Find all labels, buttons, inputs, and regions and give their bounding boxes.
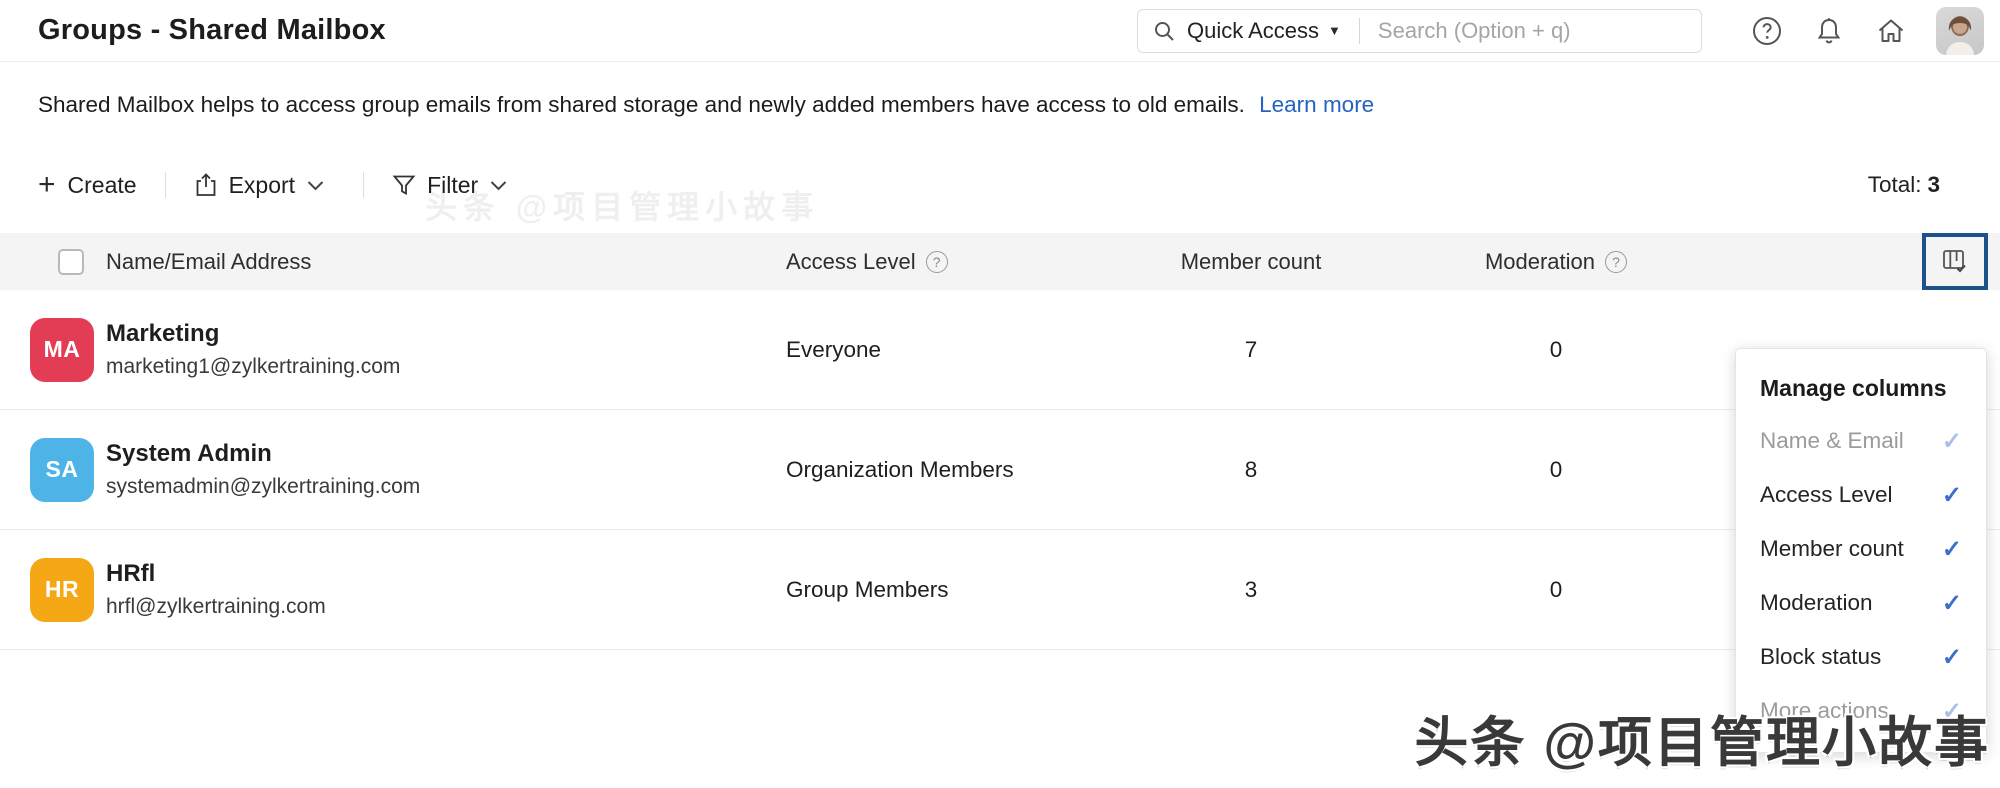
plus-icon: +: [38, 170, 56, 200]
moderation-help-icon[interactable]: ?: [1605, 251, 1627, 273]
manage-columns-item-name-email: Name & Email ✓: [1736, 414, 1986, 468]
access-level-header-label: Access Level: [786, 249, 916, 275]
moderation-header-label: Moderation: [1485, 249, 1595, 275]
group-name[interactable]: Marketing: [106, 320, 786, 348]
group-name[interactable]: System Admin: [106, 440, 786, 468]
quick-access-dropdown[interactable]: Quick Access: [1187, 18, 1319, 44]
group-email: systemadmin@zylkertraining.com: [106, 475, 786, 499]
export-button-label: Export: [229, 172, 295, 199]
home-icon[interactable]: [1874, 14, 1908, 48]
moderation-value: 0: [1386, 457, 1726, 483]
manage-columns-item-member-count[interactable]: Member count ✓: [1736, 522, 1986, 576]
moderation-value: 0: [1386, 337, 1726, 363]
table-header-row: Name/Email Address Access Level ? Member…: [0, 233, 2000, 290]
filter-button[interactable]: Filter: [392, 172, 518, 199]
group-name-cell[interactable]: System Admin systemadmin@zylkertraining.…: [106, 440, 786, 499]
create-button[interactable]: + Create: [38, 170, 137, 200]
item-label: Access Level: [1760, 482, 1893, 508]
columns-icon: [1940, 247, 1970, 277]
access-level-help-icon[interactable]: ?: [926, 251, 948, 273]
column-header-member-count[interactable]: Member count: [1116, 249, 1386, 275]
export-button[interactable]: Export: [194, 172, 335, 199]
top-bar-icons: [1736, 7, 1984, 55]
group-name-cell[interactable]: Marketing marketing1@zylkertraining.com: [106, 320, 786, 379]
notifications-bell-icon[interactable]: [1812, 14, 1846, 48]
manage-columns-item-moderation[interactable]: Moderation ✓: [1736, 576, 1986, 630]
toolbar: + Create Export Filte: [38, 170, 1962, 200]
group-avatar: SA: [30, 438, 94, 502]
search-divider: [1359, 18, 1360, 44]
member-count-value: 8: [1116, 457, 1386, 483]
search-box[interactable]: Quick Access ▼: [1137, 9, 1702, 53]
column-header-moderation[interactable]: Moderation ?: [1386, 249, 1726, 275]
help-icon[interactable]: [1750, 14, 1784, 48]
learn-more-link[interactable]: Learn more: [1259, 92, 1374, 117]
group-avatar: MA: [30, 318, 94, 382]
select-all-checkbox[interactable]: [58, 249, 84, 275]
check-icon: ✓: [1942, 481, 1962, 510]
search-input[interactable]: [1378, 18, 1687, 44]
row-avatar-cell: SA: [0, 438, 106, 502]
toolbar-divider: [363, 172, 364, 198]
chevron-down-icon: [490, 180, 518, 191]
total-value: 3: [1927, 172, 1940, 197]
top-bar: Groups - Shared Mailbox Quick Access ▼: [0, 0, 2000, 62]
manage-columns-dropdown: Manage columns Name & Email ✓ Access Lev…: [1735, 348, 1987, 753]
check-icon: ✓: [1942, 589, 1962, 618]
group-email: hrfl@zylkertraining.com: [106, 595, 786, 619]
header-actions-cell: [1726, 233, 2000, 290]
check-icon: ✓: [1942, 643, 1962, 672]
toolbar-divider: [165, 172, 166, 198]
item-label: Member count: [1760, 536, 1904, 562]
access-level-value: Everyone: [786, 337, 1116, 363]
column-header-name[interactable]: Name/Email Address: [106, 249, 786, 275]
manage-columns-button[interactable]: [1922, 233, 1988, 290]
member-count-value: 3: [1116, 577, 1386, 603]
group-email: marketing1@zylkertraining.com: [106, 355, 786, 379]
table-row[interactable]: HR HRfl hrfl@zylkertraining.com Group Me…: [0, 530, 2000, 650]
manage-columns-item-block-status[interactable]: Block status ✓: [1736, 630, 1986, 684]
access-level-value: Organization Members: [786, 457, 1116, 483]
table-row[interactable]: MA Marketing marketing1@zylkertraining.c…: [0, 290, 2000, 410]
watermark-text: 头条 @项目管理小故事: [1414, 698, 1990, 777]
moderation-value: 0: [1386, 577, 1726, 603]
total-count: Total:3: [1868, 172, 1940, 198]
item-label: Moderation: [1760, 590, 1873, 616]
member-count-value: 7: [1116, 337, 1386, 363]
group-name[interactable]: HRfl: [106, 560, 786, 588]
filter-button-label: Filter: [427, 172, 478, 199]
group-name-cell[interactable]: HRfl hrfl@zylkertraining.com: [106, 560, 786, 619]
groups-table: Name/Email Address Access Level ? Member…: [0, 233, 2000, 650]
item-label: Name & Email: [1760, 428, 1904, 454]
filter-funnel-icon: [392, 173, 427, 197]
item-label: Block status: [1760, 644, 1881, 670]
search-icon: [1152, 19, 1176, 43]
caret-down-icon: ▼: [1328, 23, 1341, 38]
group-avatar: HR: [30, 558, 94, 622]
row-avatar-cell: HR: [0, 558, 106, 622]
access-level-value: Group Members: [786, 577, 1116, 603]
header-checkbox-cell: [0, 249, 106, 275]
chevron-down-icon: [307, 180, 335, 191]
row-avatar-cell: MA: [0, 318, 106, 382]
user-avatar[interactable]: [1936, 7, 1984, 55]
app-window: 头条 @项目管理小故事 Groups - Shared Mailbox Quic…: [0, 0, 2000, 788]
check-icon: ✓: [1942, 535, 1962, 564]
check-icon: ✓: [1942, 427, 1962, 456]
total-label: Total:: [1868, 172, 1922, 197]
manage-columns-item-access-level[interactable]: Access Level ✓: [1736, 468, 1986, 522]
export-icon: [194, 172, 229, 198]
column-header-access-level[interactable]: Access Level ?: [786, 249, 1116, 275]
page-description: Shared Mailbox helps to access group ema…: [38, 92, 2000, 118]
top-bar-right: Quick Access ▼: [1137, 7, 1984, 55]
page-title: Groups - Shared Mailbox: [38, 14, 386, 47]
create-button-label: Create: [68, 172, 137, 199]
table-row[interactable]: SA System Admin systemadmin@zylkertraini…: [0, 410, 2000, 530]
description-text: Shared Mailbox helps to access group ema…: [38, 92, 1245, 117]
manage-columns-title: Manage columns: [1736, 365, 1986, 414]
